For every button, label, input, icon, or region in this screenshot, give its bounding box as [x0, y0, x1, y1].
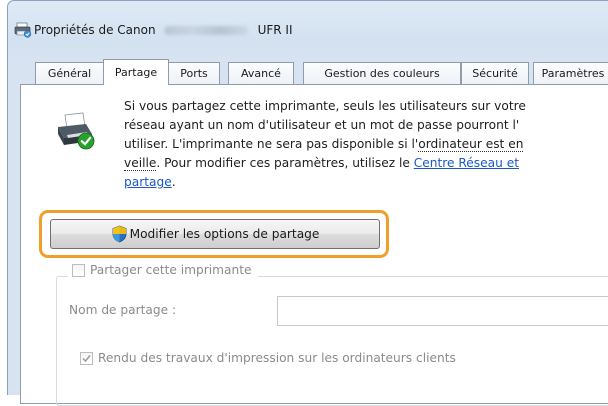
tab-advanced[interactable]: Avancé: [228, 62, 294, 84]
render-jobs-label: Rendu des travaux d'impression sur les o…: [98, 351, 456, 365]
computer-sleep-term[interactable]: ordinateur est en: [418, 137, 524, 152]
tab-strip: Général Partage Ports Avancé Gestion des…: [21, 59, 608, 85]
title-bar: Propriétés de Canon UFR II: [14, 20, 292, 40]
printer-properties-icon: [14, 22, 32, 38]
tab-security[interactable]: Sécurité: [461, 62, 529, 84]
tab-sharing[interactable]: Partage: [103, 59, 169, 85]
info-line-4: veille. Pour modifier ces paramètres, ut…: [124, 154, 608, 173]
info-line-3: utiliser. L'imprimante ne sera pas dispo…: [124, 135, 608, 154]
window-title-suffix: UFR II: [257, 23, 293, 37]
redacted-model-name: [163, 25, 248, 35]
info-line-3-text: utiliser. L'imprimante ne sera pas dispo…: [124, 137, 419, 151]
share-name-input[interactable]: [277, 296, 608, 326]
tab-settings[interactable]: Paramètres: [533, 62, 608, 84]
sleep-term[interactable]: veille: [124, 156, 157, 171]
info-line-5-end: .: [171, 175, 176, 189]
tab-color-management[interactable]: Gestion des couleurs: [303, 62, 461, 84]
checkmark-icon: [82, 354, 91, 362]
uac-shield-icon: [112, 225, 126, 243]
network-center-link-cont[interactable]: partage: [124, 175, 172, 189]
info-line-5: partage.: [124, 173, 608, 192]
render-jobs-checkbox[interactable]: [80, 351, 93, 365]
share-printer-label: Partager cette imprimante: [90, 263, 252, 277]
info-line-4-text: . Pour modifier ces paramètres, utilisez…: [156, 156, 414, 170]
shared-printer-icon: [58, 112, 95, 150]
tab-ports[interactable]: Ports: [168, 62, 220, 84]
window-title-prefix: Propriétés de Canon: [34, 23, 156, 37]
network-center-link[interactable]: Centre Réseau et: [414, 156, 519, 170]
sharing-info-text: Si vous partagez cette imprimante, seuls…: [124, 97, 608, 192]
modify-sharing-options-label: Modifier les options de partage: [129, 227, 320, 241]
info-line-2: réseau ayant un nom d'utilisateur et un …: [124, 118, 520, 132]
share-printer-checkbox-row[interactable]: Partager cette imprimante: [68, 263, 258, 277]
render-jobs-checkbox-row[interactable]: Rendu des travaux d'impression sur les o…: [80, 351, 456, 365]
info-line-1: Si vous partagez cette imprimante, seuls…: [124, 99, 526, 113]
share-printer-checkbox[interactable]: [72, 263, 85, 277]
tab-general[interactable]: Général: [35, 62, 104, 84]
modify-sharing-options-button[interactable]: Modifier les options de partage: [50, 219, 380, 249]
share-name-label: Nom de partage :: [69, 303, 177, 317]
